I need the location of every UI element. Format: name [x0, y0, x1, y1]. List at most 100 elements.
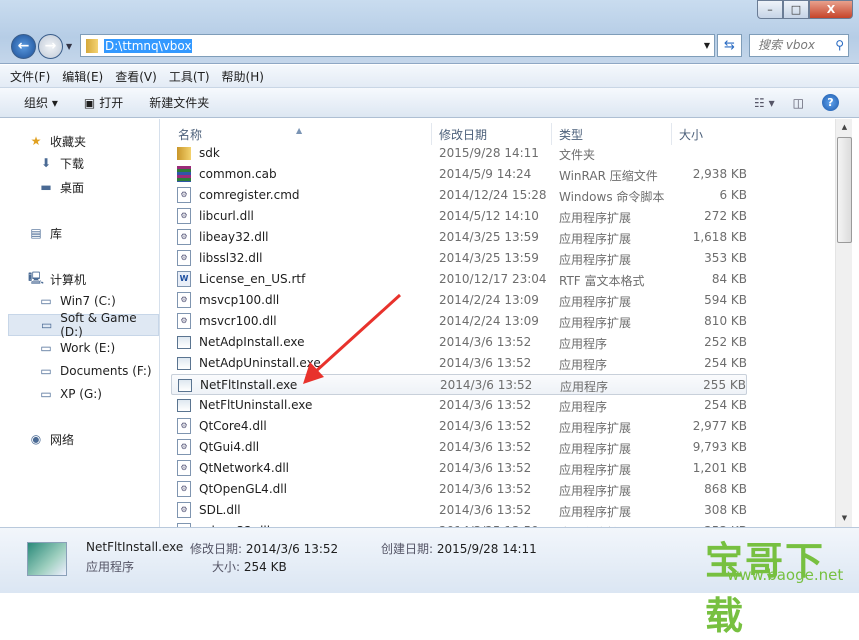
file-type: 应用程序 [560, 380, 609, 394]
menu-edit[interactable]: 编辑(E) [62, 68, 103, 85]
search-input[interactable]: 搜索 vbox ⚲ [749, 34, 849, 57]
computer-icon: 🖳 [28, 270, 45, 285]
drive-icon: ▭ [40, 294, 52, 308]
file-date: 2014/5/9 14:24 [439, 167, 532, 181]
column-size[interactable]: 大小 [679, 126, 703, 143]
maximize-button[interactable]: □ [783, 0, 809, 19]
file-row[interactable]: NetFltUninstall.exe 2014/3/6 13:52 应用程序 254… [171, 395, 747, 416]
file-name: QtCore4.dll [199, 419, 267, 433]
column-date[interactable]: 修改日期 [439, 126, 487, 143]
open-label: 打开 [99, 96, 124, 110]
file-size: 868 KB [704, 482, 747, 496]
view-options-icon[interactable]: ☷ ▾ [754, 96, 775, 110]
file-size: 272 KB [704, 209, 747, 223]
file-type: 文件夹 [559, 148, 596, 162]
sidebar-item[interactable]: ⬇ 下载 [10, 152, 158, 174]
sidebar-item[interactable]: ▭ Documents (F:) [10, 360, 158, 382]
file-type: 应用程序扩展 [559, 232, 632, 246]
new-folder-button[interactable]: 新建文件夹 [149, 94, 209, 111]
file-row[interactable]: common.cab 2014/5/9 14:24 WinRAR 压缩文件 2,938… [171, 164, 747, 185]
file-row[interactable]: ⚙ msvcr100.dll 2014/2/24 13:09 应用程序扩展 810 KB [171, 311, 747, 332]
close-button[interactable]: X [809, 0, 853, 19]
vertical-scrollbar[interactable]: ▲ ▼ [835, 119, 852, 527]
file-row[interactable]: ⚙ QtGui4.dll 2014/3/6 13:52 应用程序扩展 9,793 KB [171, 437, 747, 458]
details-type: 应用程序 [86, 560, 135, 574]
scroll-up-button[interactable]: ▲ [836, 119, 853, 136]
dll-file-icon: ⚙ [177, 250, 191, 266]
file-name: License_en_US.rtf [199, 272, 306, 286]
created-value: 2015/9/28 14:11 [436, 542, 537, 556]
file-list: ▲ 名称 修改日期 类型 大小 sdk 2015/9/28 14:11 文件夹 com… [161, 119, 835, 527]
scroll-down-button[interactable]: ▼ [836, 510, 853, 527]
file-type: 应用程序扩展 [559, 295, 632, 309]
file-size: 255 KB [703, 378, 746, 392]
file-row[interactable]: ⚙ libcurl.dll 2014/5/12 14:10 应用程序扩展 272 KB [171, 206, 747, 227]
sidebar-item-label: 收藏夹 [50, 134, 87, 149]
sidebar-item-label: 库 [50, 226, 63, 241]
cmd-file-icon: ⚙ [177, 187, 191, 203]
column-type[interactable]: 类型 [559, 126, 583, 143]
sidebar-item[interactable]: ▭ Work (E:) [10, 337, 158, 359]
address-dropdown[interactable]: ▼ [704, 41, 710, 50]
minimize-button[interactable]: – [757, 0, 783, 19]
size-label: 大小: [212, 560, 241, 574]
sidebar-item[interactable]: ◉ 网络 [10, 428, 158, 450]
sidebar-item[interactable]: ▭ Win7 (C:) [10, 290, 158, 312]
menu-help[interactable]: 帮助(H) [222, 68, 264, 85]
menu-view[interactable]: 查看(V) [115, 68, 157, 85]
file-date: 2014/3/6 13:52 [439, 398, 532, 412]
file-size: 6 KB [719, 188, 747, 202]
file-type: 应用程序扩展 [559, 463, 632, 477]
file-row[interactable]: W License_en_US.rtf 2010/12/17 23:04 RTF 富文… [171, 269, 747, 290]
sidebar-item[interactable]: ▤ 库 [10, 222, 158, 244]
menu-tools[interactable]: 工具(T) [169, 68, 210, 85]
sidebar-item[interactable]: ★ 收藏夹 [10, 130, 158, 152]
exe-file-icon [177, 336, 191, 349]
file-row[interactable]: ⚙ libeay32.dll 2014/3/25 13:59 应用程序扩展 1,618 … [171, 227, 747, 248]
sidebar-item[interactable]: ▭ Soft & Game (D:) [8, 311, 159, 339]
file-row[interactable]: ⚙ QtNetwork4.dll 2014/3/6 13:52 应用程序扩展 1,201… [171, 458, 747, 479]
forward-button[interactable]: → [38, 34, 63, 59]
preview-pane-icon[interactable]: ◫ [793, 96, 804, 110]
file-row[interactable]: ⚙ QtCore4.dll 2014/3/6 13:52 应用程序扩展 2,977 KB [171, 416, 747, 437]
modified-value: 2014/3/6 13:52 [245, 542, 339, 556]
open-button[interactable]: ▣ 打开 [84, 94, 123, 111]
folder-file-icon [177, 147, 191, 160]
network-icon: ◉ [30, 432, 42, 446]
file-row[interactable]: ⚙ libssl32.dll 2014/3/25 13:59 应用程序扩展 353 KB [171, 248, 747, 269]
file-size: 2,977 KB [692, 419, 747, 433]
help-icon[interactable]: ? [822, 94, 839, 111]
recent-pages-dropdown[interactable]: ▼ [66, 42, 72, 51]
address-bar[interactable]: D:\ttmnq\vbox ▼ [80, 34, 715, 57]
sidebar-item[interactable]: 🖳 计算机 [10, 268, 158, 290]
search-icon[interactable]: ⚲ [835, 35, 844, 56]
file-row[interactable]: NetAdpUninstall.exe 2014/3/6 13:52 应用程序 254… [171, 353, 747, 374]
back-button[interactable]: ← [11, 34, 36, 59]
file-type: 应用程序扩展 [559, 505, 632, 519]
file-row[interactable]: ⚙ msvcp100.dll 2014/2/24 13:09 应用程序扩展 594 KB [171, 290, 747, 311]
file-date: 2014/3/6 13:52 [439, 419, 532, 433]
file-name: SDL.dll [199, 503, 241, 517]
details-filename: NetFltInstall.exe [86, 540, 184, 554]
file-size: 2,938 KB [692, 167, 747, 181]
sidebar-item[interactable]: ▭ XP (G:) [10, 383, 158, 405]
file-row[interactable]: NetAdpInstall.exe 2014/3/6 13:52 应用程序 252 K… [171, 332, 747, 353]
sidebar-item[interactable]: ▬ 桌面 [10, 176, 158, 198]
organize-button[interactable]: 组织 ▾ [24, 94, 58, 111]
file-size: 353 KB [704, 251, 747, 265]
file-row[interactable]: NetFltInstall.exe 2014/3/6 13:52 应用程序 255 K… [171, 374, 747, 395]
file-date: 2014/3/6 13:52 [440, 378, 533, 392]
file-date: 2014/3/6 13:52 [439, 482, 532, 496]
address-path[interactable]: D:\ttmnq\vbox [104, 38, 193, 53]
refresh-button[interactable]: ⇆ [717, 34, 742, 57]
file-row[interactable]: sdk 2015/9/28 14:11 文件夹 [171, 143, 747, 164]
menu-file[interactable]: 文件(F) [10, 68, 50, 85]
sidebar-item-label: 下载 [60, 156, 85, 171]
title-bar: – □ X ← → ▼ D:\ttmnq\vbox ▼ ⇆ 搜索 vbox ⚲ [0, 0, 859, 64]
dll-file-icon: ⚙ [177, 460, 191, 476]
scrollbar-thumb[interactable] [837, 137, 852, 243]
file-row[interactable]: ⚙ SDL.dll 2014/3/6 13:52 应用程序扩展 308 KB [171, 500, 747, 521]
file-row[interactable]: ⚙ QtOpenGL4.dll 2014/3/6 13:52 应用程序扩展 868 KB [171, 479, 747, 500]
file-row[interactable]: ⚙ comregister.cmd 2014/12/24 15:28 Windows … [171, 185, 747, 206]
column-name[interactable]: 名称 [178, 126, 202, 143]
